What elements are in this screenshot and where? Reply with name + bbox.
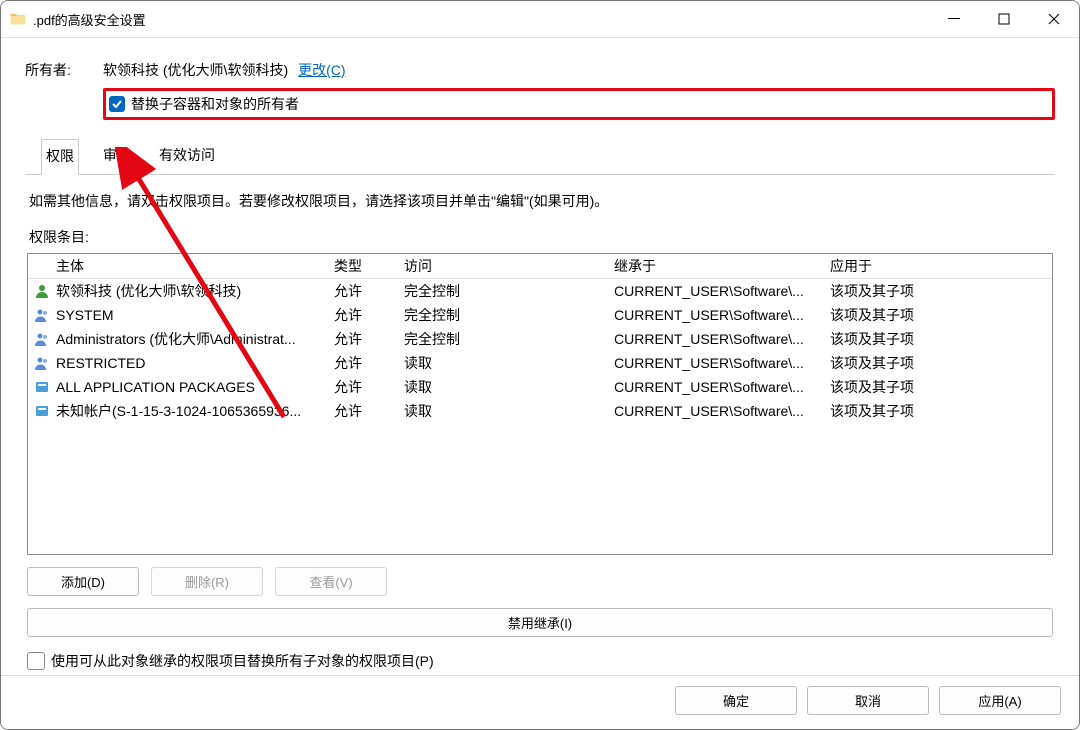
list-row[interactable]: 未知帐户(S-1-15-3-1024-1065365936... 允许读取 CURR… [28,399,1052,423]
list-header: 主体 类型 访问 继承于 应用于 [28,254,1052,279]
principal-icon [34,403,50,419]
cell-access: 完全控制 [404,329,608,349]
cell-apply: 该项及其子项 [830,281,1046,301]
owner-value: 软领科技 (优化大师\软领科技) [103,60,288,80]
col-inherit[interactable]: 继承于 [614,256,824,276]
tabs: 权限 审核 有效访问 [25,138,1055,175]
disable-inheritance-button[interactable]: 禁用继承(I) [27,608,1053,637]
cell-subject: Administrators (优化大师\Administrat... [56,329,328,349]
cell-access: 读取 [404,401,608,421]
cell-subject: ALL APPLICATION PACKAGES [56,379,328,395]
cell-subject: SYSTEM [56,307,328,323]
cell-inherit: CURRENT_USER\Software\... [614,331,824,347]
cell-access: 读取 [404,377,608,397]
list-row[interactable]: RESTRICTED 允许读取 CURRENT_USER\Software\... 该… [28,351,1052,375]
minimize-button[interactable] [929,1,979,37]
maximize-button[interactable] [979,1,1029,37]
cell-type: 允许 [334,377,398,397]
change-owner-link[interactable]: 更改(C) [298,60,345,80]
cell-subject: RESTRICTED [56,355,328,371]
col-apply[interactable]: 应用于 [830,256,1046,276]
dialog-footer: 确定 取消 应用(A) [1,675,1079,729]
replace-children-row: 使用可从此对象继承的权限项目替换所有子对象的权限项目(P) [27,651,1053,671]
replace-children-label: 使用可从此对象继承的权限项目替换所有子对象的权限项目(P) [51,651,434,671]
principal-icon [34,355,50,371]
col-access[interactable]: 访问 [404,256,608,276]
cell-inherit: CURRENT_USER\Software\... [614,403,824,419]
cell-inherit: CURRENT_USER\Software\... [614,307,824,323]
cell-type: 允许 [334,329,398,349]
col-type[interactable]: 类型 [334,256,398,276]
advanced-security-window: .pdf的高级安全设置 所有者: 软领科技 (优化大师\软领科技) 更改(C) … [0,0,1080,730]
cell-access: 完全控制 [404,281,608,301]
permission-list[interactable]: 主体 类型 访问 继承于 应用于 软领科技 (优化大师\软领科技)允许完全控制C… [27,253,1053,555]
replace-owner-checkbox[interactable] [109,96,125,112]
principal-icon [34,379,50,395]
principal-icon [34,283,50,299]
cell-apply: 该项及其子项 [830,377,1046,397]
replace-children-checkbox[interactable] [27,652,45,670]
window-title: .pdf的高级安全设置 [33,10,146,29]
cell-type: 允许 [334,353,398,373]
ok-button[interactable]: 确定 [675,686,797,715]
owner-label: 所有者: [25,60,79,80]
titlebar: .pdf的高级安全设置 [1,1,1079,38]
tab-effective-access[interactable]: 有效访问 [155,139,219,175]
list-row[interactable]: ALL APPLICATION PACKAGES 允许读取 CURRENT_USER… [28,375,1052,399]
cancel-button[interactable]: 取消 [807,686,929,715]
cell-type: 允许 [334,401,398,421]
cell-subject: 软领科技 (优化大师\软领科技) [56,281,328,301]
cell-access: 完全控制 [404,305,608,325]
cell-subject: 未知帐户(S-1-15-3-1024-1065365936... [56,401,328,421]
remove-button: 删除(R) [151,567,263,596]
view-button: 查看(V) [275,567,387,596]
cell-inherit: CURRENT_USER\Software\... [614,283,824,299]
list-buttons: 添加(D) 删除(R) 查看(V) [27,567,1053,596]
replace-owner-label: 替换子容器和对象的所有者 [131,94,299,114]
list-row[interactable]: Administrators (优化大师\Administrat... 允许完全控… [28,327,1052,351]
apply-button[interactable]: 应用(A) [939,686,1061,715]
col-subject[interactable]: 主体 [56,256,328,276]
client-area: 所有者: 软领科技 (优化大师\软领科技) 更改(C) 替换子容器和对象的所有者… [1,38,1079,675]
tab-audit[interactable]: 审核 [99,139,135,175]
replace-owner-highlight: 替换子容器和对象的所有者 [103,88,1055,120]
add-button[interactable]: 添加(D) [27,567,139,596]
cell-type: 允许 [334,305,398,325]
cell-apply: 该项及其子项 [830,353,1046,373]
cell-apply: 该项及其子项 [830,305,1046,325]
info-text: 如需其他信息，请双击权限项目。若要修改权限项目，请选择该项目并单击"编辑"(如果… [29,191,1051,211]
cell-apply: 该项及其子项 [830,401,1046,421]
tab-permissions[interactable]: 权限 [41,139,79,175]
principal-icon [34,307,50,323]
cell-inherit: CURRENT_USER\Software\... [614,355,824,371]
list-row[interactable]: SYSTEM 允许完全控制 CURRENT_USER\Software\... 该项及… [28,303,1052,327]
close-button[interactable] [1029,1,1079,37]
cell-inherit: CURRENT_USER\Software\... [614,379,824,395]
cell-access: 读取 [404,353,608,373]
permission-entries-label: 权限条目: [29,227,1051,247]
window-controls [929,1,1079,37]
owner-row: 所有者: 软领科技 (优化大师\软领科技) 更改(C) [25,60,1055,80]
cell-apply: 该项及其子项 [830,329,1046,349]
folder-icon [9,10,27,28]
principal-icon [34,331,50,347]
list-row[interactable]: 软领科技 (优化大师\软领科技) 允许完全控制 CURRENT_USER\Softw… [28,279,1052,303]
cell-type: 允许 [334,281,398,301]
